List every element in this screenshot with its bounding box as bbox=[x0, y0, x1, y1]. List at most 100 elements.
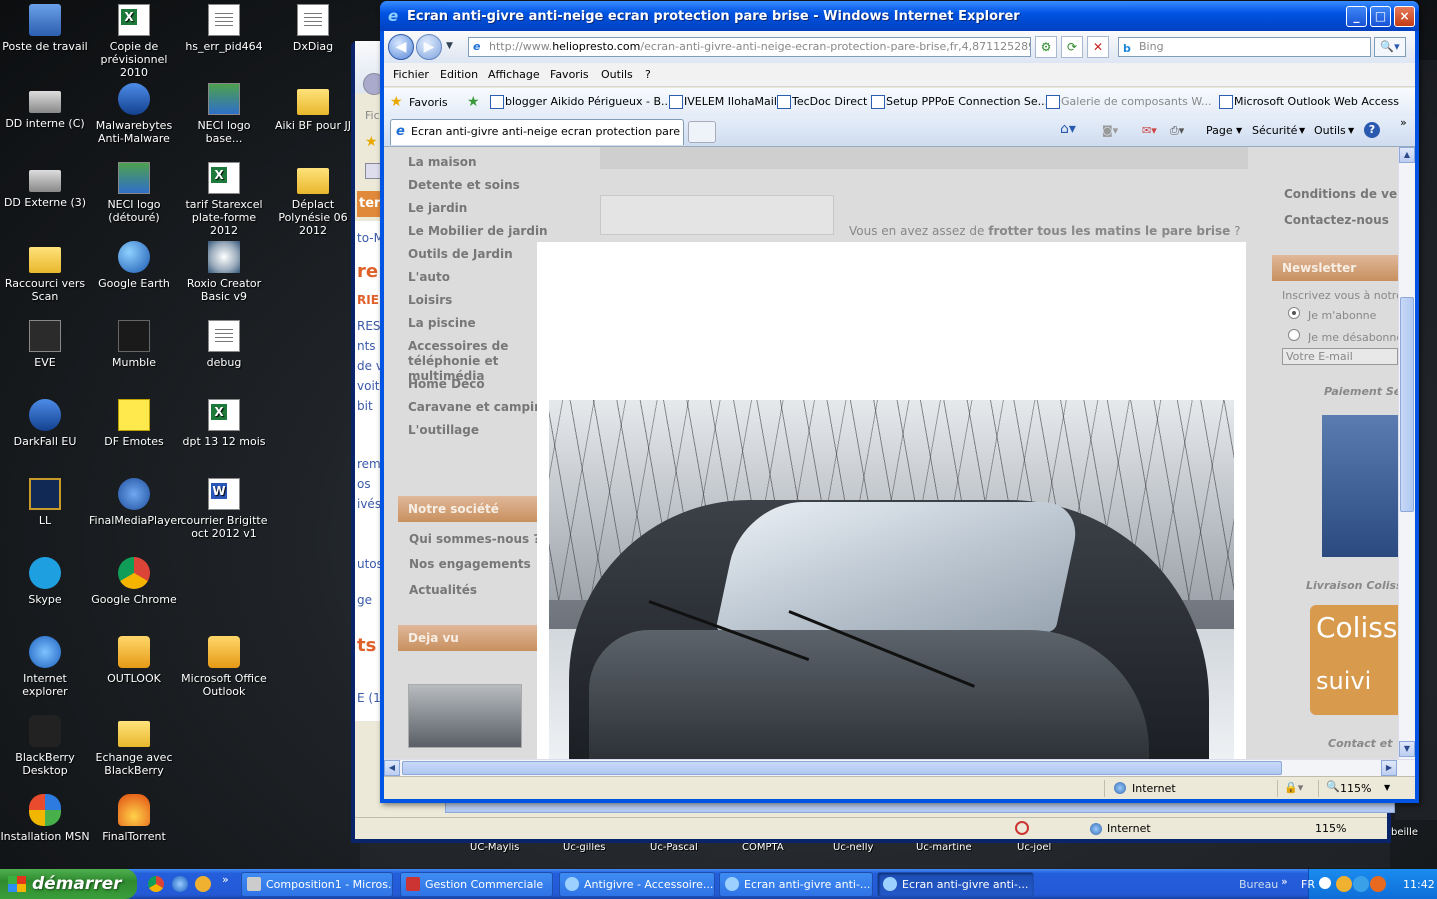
search-button[interactable]: 🔍▾ bbox=[1374, 37, 1406, 57]
desktop-icon[interactable]: NECI logo base... bbox=[179, 83, 269, 145]
favorite-blogger[interactable]: blogger Aikido Périgueux - B... bbox=[490, 95, 672, 109]
desktop-icon[interactable]: Internet explorer bbox=[0, 636, 90, 698]
email-field[interactable]: Votre E-mail bbox=[1282, 348, 1398, 365]
protected-mode-icon[interactable]: 🔒▾ bbox=[1284, 781, 1303, 794]
category-link[interactable]: Caravane et camping bbox=[408, 400, 558, 423]
category-link[interactable]: Home Deco bbox=[408, 377, 558, 400]
search-input[interactable]: b Bing bbox=[1118, 37, 1371, 57]
tray-app-icon[interactable] bbox=[1370, 876, 1386, 892]
new-tab-button[interactable] bbox=[688, 121, 716, 143]
desktop-icon[interactable]: DF Emotes bbox=[89, 399, 179, 448]
category-link[interactable]: L'auto bbox=[408, 270, 558, 293]
tray-app-icon[interactable] bbox=[1336, 876, 1352, 892]
image-lightbox[interactable] bbox=[537, 242, 1246, 759]
favorite-outlook-web[interactable]: Microsoft Outlook Web Access bbox=[1219, 95, 1399, 109]
taskbar-antigivre[interactable]: Antigivre - Accessoire... bbox=[559, 872, 715, 897]
close-button[interactable]: × bbox=[1394, 6, 1415, 27]
desktop-icon[interactable]: courrier Brigitte oct 2012 v1 bbox=[179, 478, 269, 540]
start-button[interactable]: démarrer bbox=[0, 869, 137, 899]
desktop-icon[interactable]: dpt 13 12 mois bbox=[179, 399, 269, 448]
taskbar-composition[interactable]: Composition1 - Micros... bbox=[241, 872, 393, 897]
desktop-icon[interactable]: FinalTorrent bbox=[89, 794, 179, 843]
toolbar-more-icon[interactable]: » bbox=[1281, 875, 1288, 888]
menu-outils[interactable]: Outils bbox=[601, 68, 633, 81]
horizontal-scrollbar[interactable]: ◀ ▶ bbox=[384, 759, 1415, 776]
desktop-icon[interactable]: Malwarebytes Anti-Malware bbox=[89, 83, 179, 145]
forward-button[interactable]: ▶ bbox=[416, 34, 442, 60]
desktop-icon[interactable]: NECI logo (détouré) bbox=[89, 162, 179, 224]
desktop-icon[interactable]: Google Earth bbox=[89, 241, 179, 290]
favorite-pppoe[interactable]: Setup PPPoE Connection Se... bbox=[871, 95, 1048, 109]
scroll-right-button[interactable]: ▶ bbox=[1381, 760, 1397, 776]
tray-expand-icon[interactable] bbox=[1319, 877, 1331, 889]
scroll-down-button[interactable]: ▼ bbox=[1399, 741, 1415, 757]
clock[interactable]: 11:42 bbox=[1403, 878, 1435, 891]
desktop-icon[interactable]: debug bbox=[179, 320, 269, 369]
category-link[interactable]: Accessoires de téléphonie et multimédia bbox=[408, 339, 558, 383]
ie-quicklaunch-icon[interactable] bbox=[172, 876, 188, 892]
desktop-icon[interactable]: Skype bbox=[0, 557, 90, 606]
menu-affichage[interactable]: Affichage bbox=[488, 68, 540, 81]
desktop-icon[interactable]: EVE bbox=[0, 320, 90, 369]
colissimo-logo[interactable]: Coliss suivi bbox=[1310, 605, 1398, 715]
desktop-icon[interactable]: Echange avec BlackBerry bbox=[89, 715, 179, 777]
rss-icon[interactable]: ◙▾ bbox=[1102, 124, 1118, 137]
taskbar-ecran-2[interactable]: Ecran anti-givre anti-... bbox=[877, 872, 1034, 897]
zoom-level[interactable]: 115% bbox=[1340, 782, 1371, 795]
subscribe-radio[interactable] bbox=[1288, 307, 1300, 319]
deja-vu-thumbnail[interactable] bbox=[408, 684, 522, 748]
category-link[interactable]: Outils de Jardin bbox=[408, 247, 558, 270]
menu-fichier[interactable]: Fichier bbox=[393, 68, 429, 81]
desktop-icon[interactable]: Installation MSN bbox=[0, 794, 90, 843]
back-button[interactable]: ◀ bbox=[388, 34, 414, 60]
category-link[interactable]: L'outillage bbox=[408, 423, 558, 446]
vertical-scroll-thumb[interactable] bbox=[1400, 297, 1414, 512]
category-link[interactable]: Detente et soins bbox=[408, 178, 558, 201]
scroll-left-button[interactable]: ◀ bbox=[384, 760, 400, 776]
category-link[interactable]: La piscine bbox=[408, 316, 558, 339]
browser-window[interactable]: e Ecran anti-givre anti-neige ecran prot… bbox=[380, 1, 1419, 803]
vertical-scrollbar[interactable]: ▲ ▼ bbox=[1398, 147, 1415, 759]
mail-icon[interactable]: ✉▾ bbox=[1142, 124, 1157, 137]
desktop-icon[interactable]: Google Chrome bbox=[89, 557, 179, 606]
bg-zoom-level[interactable]: 115% bbox=[1315, 822, 1346, 835]
more-commands-icon[interactable]: » bbox=[1400, 116, 1407, 129]
desktop-icon[interactable]: DD interne (C) bbox=[0, 83, 90, 130]
unsubscribe-radio[interactable] bbox=[1288, 329, 1300, 341]
page-menu[interactable]: Page bbox=[1206, 124, 1233, 137]
desktop-icon[interactable]: Déplact Polynésie 06 2012 bbox=[268, 162, 358, 237]
tray-app-icon[interactable] bbox=[1353, 876, 1369, 892]
desktop-icon[interactable]: tarif Starexcel plate-forme 2012 bbox=[179, 162, 269, 237]
maximize-button[interactable]: □ bbox=[1370, 6, 1391, 27]
horizontal-scroll-thumb[interactable] bbox=[402, 761, 1282, 775]
chrome-quicklaunch-icon[interactable] bbox=[148, 876, 164, 892]
desktop-icon[interactable]: FinalMediaPlayer bbox=[89, 478, 182, 527]
desktop-icon[interactable]: Poste de travail bbox=[0, 4, 90, 53]
menu-edition[interactable]: Edition bbox=[440, 68, 478, 81]
popup-blocked-icon[interactable] bbox=[1015, 821, 1029, 835]
desktop-icon[interactable]: OUTLOOK bbox=[89, 636, 179, 685]
favorite-tecdoc[interactable]: TecDoc Direct bbox=[777, 95, 867, 109]
compatibility-view-icon[interactable]: ⚙ bbox=[1035, 36, 1057, 58]
category-link[interactable]: Le Mobilier de jardin bbox=[408, 224, 558, 247]
link-contactez-nous[interactable]: Contactez-nous bbox=[1284, 213, 1389, 227]
tab-current[interactable]: Ecran anti-givre anti-neige ecran protec… bbox=[390, 119, 684, 145]
zoom-dropdown-icon[interactable]: ▼ bbox=[1384, 783, 1390, 792]
favorites-star-icon[interactable]: ★ bbox=[390, 94, 403, 110]
desktop-icon[interactable]: Mumble bbox=[89, 320, 179, 369]
desktop-icon[interactable]: DD Externe (3) bbox=[0, 162, 90, 209]
favorites-button[interactable]: Favoris bbox=[409, 96, 448, 109]
favorite-galerie[interactable]: Galerie de composants W... bbox=[1046, 95, 1211, 109]
home-icon[interactable]: ⌂▾ bbox=[1060, 121, 1076, 137]
help-icon[interactable]: ? bbox=[1364, 122, 1380, 138]
desktop-icon[interactable]: Roxio Creator Basic v9 bbox=[179, 241, 269, 303]
desktop-icon[interactable]: Copie de prévisionnel 2010 bbox=[89, 4, 179, 79]
menu-favoris[interactable]: Favoris bbox=[550, 68, 589, 81]
taskbar-ecran-1[interactable]: Ecran anti-givre anti-... bbox=[719, 872, 873, 897]
desktop-icon[interactable]: BlackBerry Desktop bbox=[0, 715, 90, 777]
desktop-icon[interactable]: DarkFall EU bbox=[0, 399, 90, 448]
quicklaunch-more-icon[interactable]: » bbox=[222, 873, 229, 886]
address-input[interactable]: e http://www.heliopresto.com/ecran-anti-… bbox=[468, 37, 1031, 57]
title-bar[interactable]: e Ecran anti-givre anti-neige ecran prot… bbox=[380, 1, 1419, 31]
refresh-icon[interactable]: ⟳ bbox=[1061, 36, 1083, 58]
